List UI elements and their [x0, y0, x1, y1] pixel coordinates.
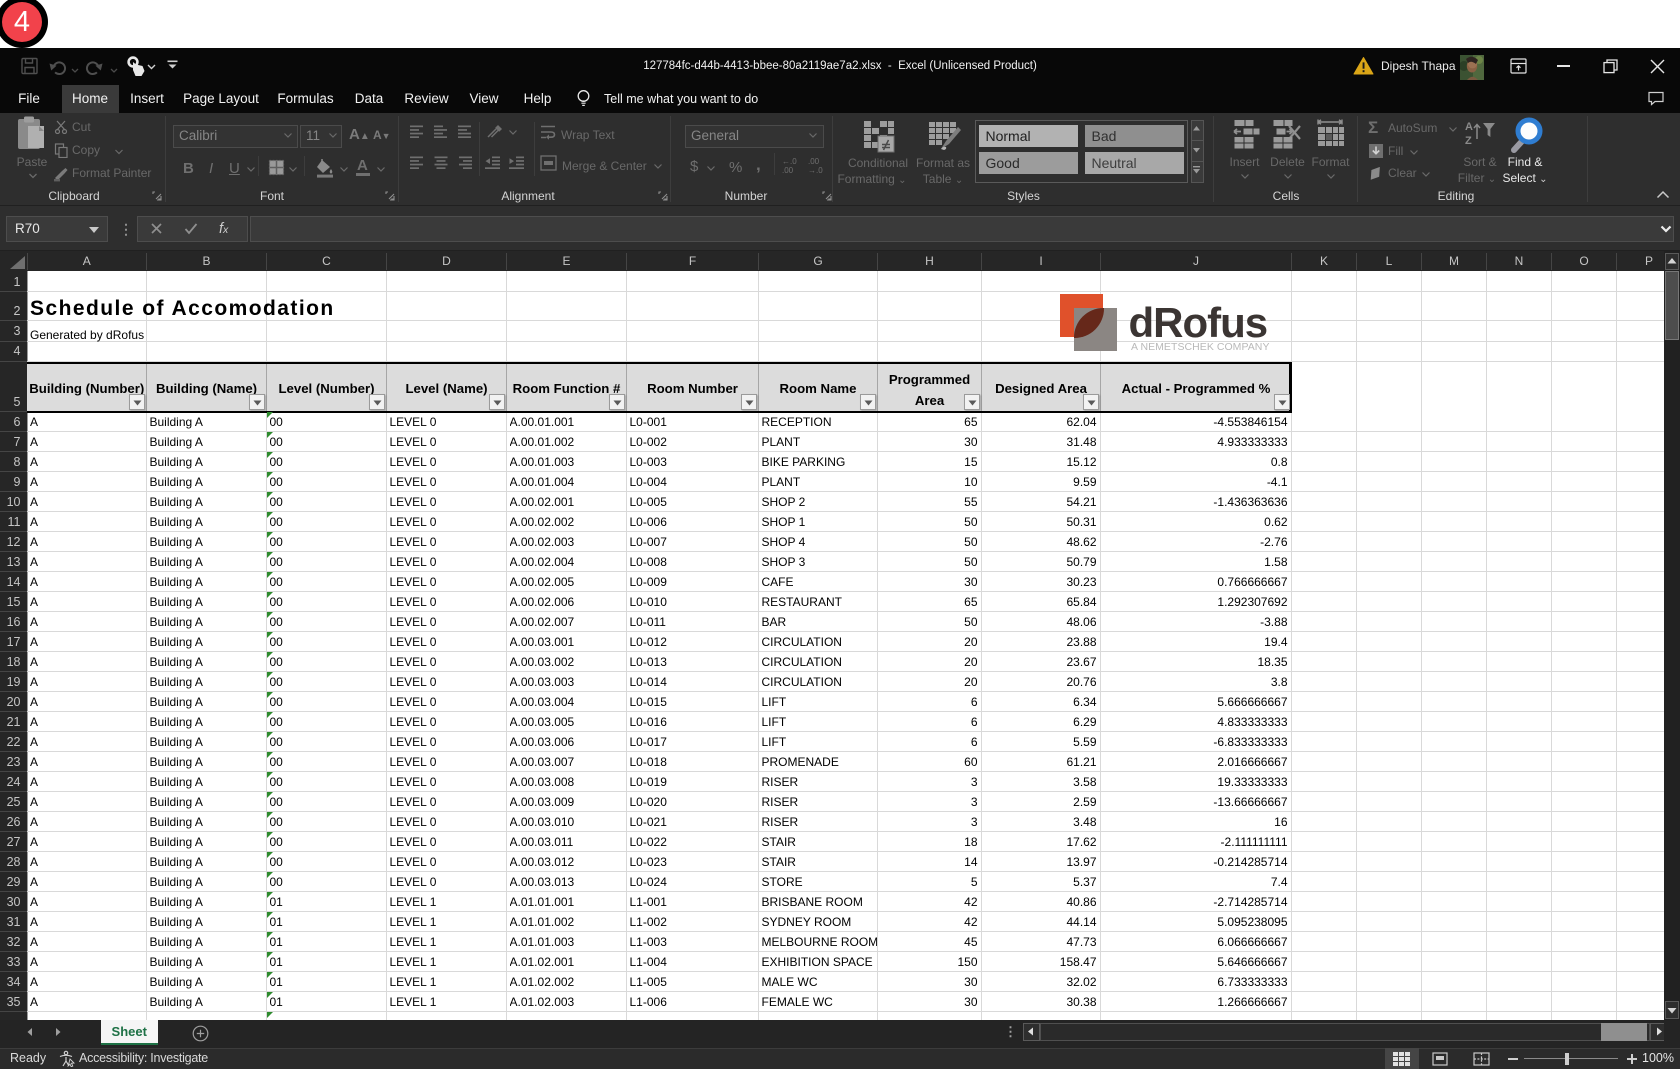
svg-text:Z: Z: [1465, 135, 1472, 147]
svg-text:A: A: [1465, 121, 1473, 133]
